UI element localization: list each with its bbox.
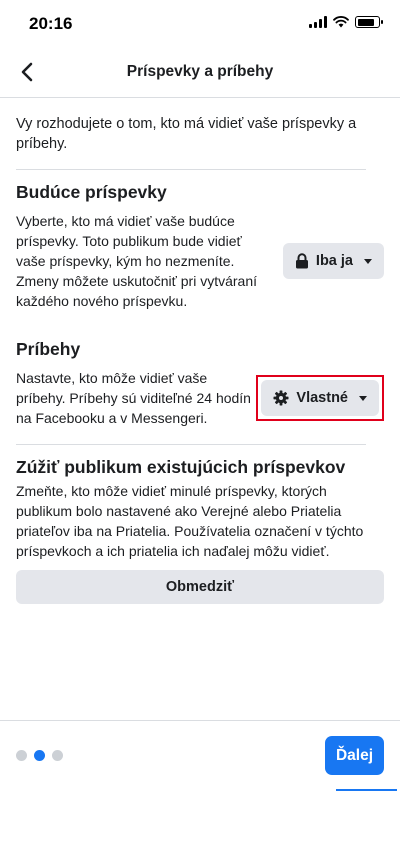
next-button[interactable]: Ďalej bbox=[325, 736, 384, 775]
gear-icon bbox=[273, 390, 289, 406]
signal-icon bbox=[309, 16, 327, 28]
limit-past-posts-title: Zúžiť publikum existujúcich príspevkov bbox=[16, 457, 346, 477]
page-indicator bbox=[16, 750, 63, 761]
footer-divider bbox=[0, 720, 400, 721]
limit-past-posts-section: Zúžiť publikum existujúcich príspevkov Z… bbox=[16, 457, 384, 604]
page-dot bbox=[34, 750, 45, 761]
limit-button[interactable]: Obmedziť bbox=[16, 570, 384, 604]
page-title: Príspevky a príbehy bbox=[126, 63, 274, 80]
battery-icon bbox=[355, 16, 383, 28]
future-posts-audience-label: Iba ja bbox=[315, 253, 353, 269]
caret-down-icon bbox=[364, 258, 372, 264]
stories-title: Príbehy bbox=[16, 339, 81, 359]
lock-icon bbox=[295, 253, 308, 269]
status-time: 20:16 bbox=[29, 14, 73, 33]
stories-section: Príbehy Nastavte, kto môže vidieť vaše p… bbox=[16, 339, 384, 428]
stories-audience-selector[interactable]: Vlastné bbox=[261, 380, 379, 416]
battery-fill bbox=[357, 18, 374, 26]
main-content: Vy rozhodujete o tom, kto má vidieť vaše… bbox=[0, 98, 400, 604]
highlight-box: Vlastné bbox=[256, 375, 384, 421]
stories-audience-label: Vlastné bbox=[296, 390, 348, 406]
stories-description: Nastavte, kto môže vidieť vaše príbehy. … bbox=[16, 370, 251, 426]
next-button-underline bbox=[336, 789, 397, 791]
future-posts-title: Budúce príspevky bbox=[16, 182, 167, 202]
caret-down-icon bbox=[359, 395, 367, 401]
future-posts-audience-selector[interactable]: Iba ja bbox=[282, 243, 384, 279]
page-dot bbox=[16, 750, 27, 761]
wifi-icon bbox=[333, 16, 349, 28]
status-bar: 20:16 bbox=[0, 0, 400, 46]
future-posts-section: Budúce príspevky Vyberte, kto má vidieť … bbox=[16, 182, 384, 311]
nav-bar: Príspevky a príbehy bbox=[0, 46, 400, 98]
status-icons bbox=[309, 16, 383, 28]
intro-text: Vy rozhodujete o tom, kto má vidieť vaše… bbox=[16, 116, 357, 152]
limit-past-posts-description: Zmeňte, kto môže vidieť minulé príspevky… bbox=[16, 483, 364, 559]
future-posts-description: Vyberte, kto má vidieť vaše budúce prísp… bbox=[16, 213, 258, 309]
divider bbox=[16, 444, 366, 445]
page-dot bbox=[52, 750, 63, 761]
divider bbox=[16, 169, 366, 170]
